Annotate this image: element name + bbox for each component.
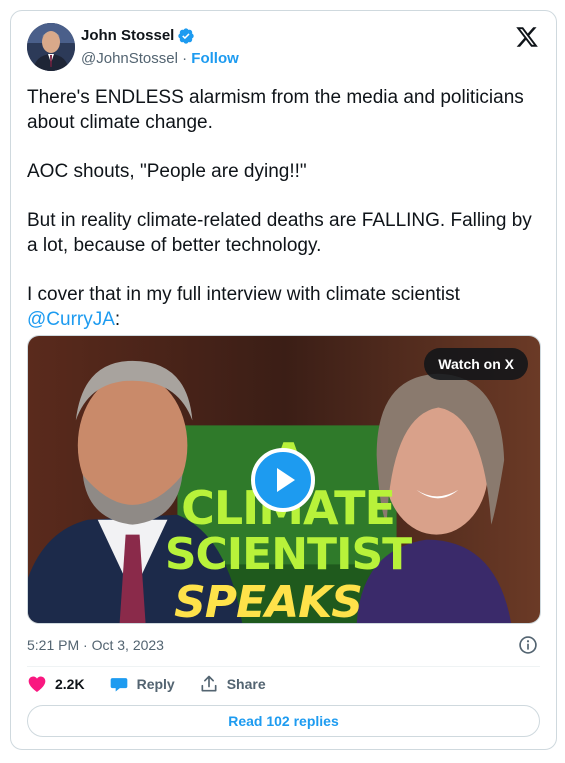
- tweet-paragraph: AOC shouts, "People are dying!!": [27, 161, 307, 182]
- heart-icon: [28, 676, 46, 692]
- action-bar: 2.2K Reply Share: [27, 674, 290, 694]
- tweet-text: There's ENDLESS alarmism from the media …: [27, 85, 547, 332]
- tweet-paragraph-last: I cover that in my full interview with c…: [27, 282, 547, 332]
- tweet-paragraph: But in reality climate-related deaths ar…: [27, 210, 532, 256]
- like-button[interactable]: 2.2K: [27, 674, 85, 694]
- info-icon[interactable]: [518, 635, 538, 655]
- author-name-text: John Stossel: [81, 27, 175, 44]
- like-count: 2.2K: [55, 676, 85, 692]
- reply-label: Reply: [136, 676, 175, 692]
- share-icon: [201, 675, 217, 692]
- video-thumbnail[interactable]: A CLIMATE SCIENTIST SPEAKS OUT Watch on …: [27, 335, 541, 624]
- verified-badge-icon: [177, 27, 195, 45]
- divider: [27, 666, 540, 667]
- share-button[interactable]: Share: [199, 674, 266, 694]
- tweet-text-suffix: :: [114, 309, 121, 330]
- author-handle-line: @JohnStossel · Follow: [81, 49, 239, 69]
- x-logo-icon[interactable]: [515, 25, 539, 49]
- author-name[interactable]: John Stossel: [81, 26, 195, 46]
- mention-link[interactable]: @CurryJA: [27, 309, 115, 330]
- thumbnail-line-2: SCIENTIST: [164, 529, 412, 580]
- avatar[interactable]: [27, 23, 75, 71]
- reply-button[interactable]: Reply: [109, 674, 175, 694]
- play-button[interactable]: [251, 448, 315, 512]
- tweet-card: John Stossel @JohnStossel · Follow There…: [10, 10, 557, 750]
- share-label: Share: [226, 676, 266, 692]
- tweet-text-prefix: I cover that in my full interview with c…: [27, 284, 460, 305]
- read-replies-button[interactable]: Read 102 replies: [27, 705, 540, 737]
- reply-bubble-icon: [110, 678, 127, 692]
- watch-on-x-button[interactable]: Watch on X: [424, 348, 528, 380]
- play-icon: [277, 468, 295, 492]
- follow-button[interactable]: Follow: [191, 50, 239, 67]
- thumbnail-line-3: SPEAKS OUT: [174, 577, 363, 624]
- author-handle[interactable]: @JohnStossel: [81, 50, 178, 67]
- timestamp[interactable]: 5:21 PM · Oct 3, 2023: [27, 635, 164, 655]
- handle-separator: ·: [182, 50, 188, 67]
- tweet-paragraph: There's ENDLESS alarmism from the media …: [27, 87, 524, 133]
